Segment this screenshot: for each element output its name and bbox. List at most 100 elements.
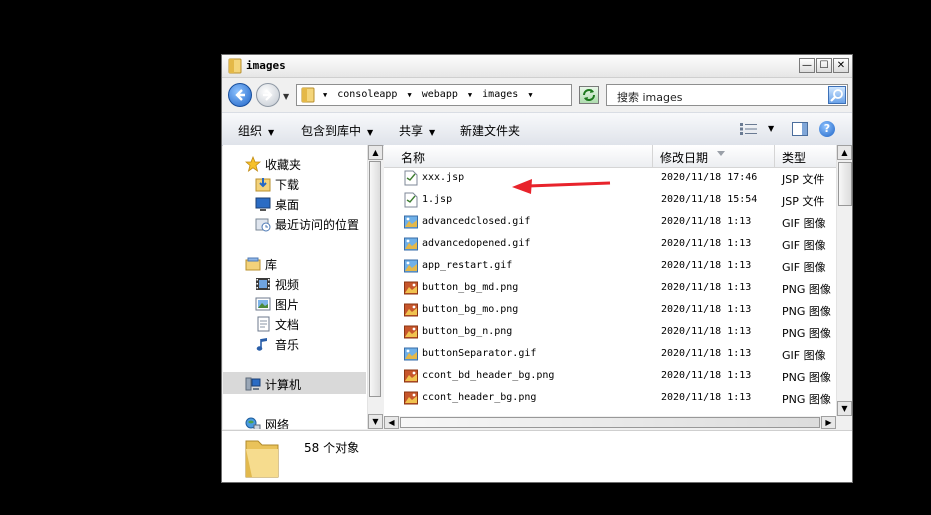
forward-button[interactable]: [256, 83, 280, 107]
share-button[interactable]: 共享 ▼: [399, 122, 435, 139]
chevron-down-icon[interactable]: ▼: [323, 91, 327, 99]
scroll-left-icon[interactable]: ◀: [384, 416, 399, 429]
scroll-right-icon[interactable]: ▶: [821, 416, 836, 429]
file-type: PNG 图像: [782, 393, 831, 406]
back-arrow-icon: [235, 89, 245, 101]
pictures-icon: [255, 297, 271, 311]
command-bar: 组织 ▼ 包含到库中 ▼ 共享 ▼ 新建文件夹 ▼ ?: [222, 112, 852, 146]
table-row[interactable]: xxx.jsp 2020/11/18 17:46 JSP 文件: [384, 167, 836, 189]
table-row[interactable]: advancedopened.gif 2020/11/18 1:13 GIF 图像: [384, 233, 836, 255]
column-divider[interactable]: [652, 145, 653, 167]
navigation-scrollbar[interactable]: ▲ ▼: [367, 145, 383, 429]
search-box[interactable]: 搜索 images: [606, 84, 848, 106]
scroll-down-icon[interactable]: ▼: [368, 414, 383, 429]
view-dropdown-icon[interactable]: ▼: [768, 124, 774, 133]
table-row[interactable]: ccont_bd_header_bg.png 2020/11/18 1:13 PNG…: [384, 365, 836, 387]
recent-pages-dropdown-icon[interactable]: ▼: [283, 92, 289, 101]
desktop-icon: [255, 197, 271, 211]
nav-favorites-label: 收藏夹: [265, 158, 302, 172]
new-folder-button[interactable]: 新建文件夹: [460, 122, 520, 139]
chevron-down-icon[interactable]: ▼: [408, 91, 412, 99]
column-header-modified[interactable]: 修改日期: [660, 149, 708, 166]
details-pane: 58 个对象: [222, 430, 852, 482]
file-type: JSP 文件: [782, 173, 825, 186]
music-icon: [256, 338, 267, 351]
png-image-icon: [404, 302, 418, 318]
new-folder-label: 新建文件夹: [460, 124, 521, 138]
view-options-icon[interactable]: [740, 123, 758, 135]
documents-icon: [257, 316, 270, 332]
breadcrumb-item[interactable]: webapp: [422, 89, 458, 100]
include-in-library-button[interactable]: 包含到库中 ▼: [301, 122, 373, 139]
table-row[interactable]: advancedclosed.gif 2020/11/18 1:13 GIF 图像: [384, 211, 836, 233]
scroll-thumb[interactable]: [400, 417, 820, 428]
scroll-down-icon[interactable]: ▼: [837, 401, 852, 416]
scroll-thumb[interactable]: [838, 162, 852, 206]
help-icon[interactable]: ?: [819, 121, 835, 137]
nav-computer-label: 计算机: [265, 378, 302, 392]
table-row[interactable]: button_bg_n.png 2020/11/18 1:13 PNG 图像: [384, 321, 836, 343]
organize-button[interactable]: 组织 ▼: [238, 122, 274, 139]
refresh-button[interactable]: [579, 86, 599, 104]
table-row[interactable]: button_bg_md.png 2020/11/18 1:13 PNG 图像: [384, 277, 836, 299]
video-icon: [256, 278, 270, 290]
file-name: button_bg_n.png: [422, 326, 513, 337]
png-image-icon: [404, 280, 418, 296]
organize-label: 组织: [238, 124, 263, 138]
column-header-row: 名称 修改日期 类型: [384, 145, 836, 168]
file-name: 1.jsp: [422, 194, 453, 205]
table-row[interactable]: app_restart.gif 2020/11/18 1:13 GIF 图像: [384, 255, 836, 277]
table-row[interactable]: 1.jsp 2020/11/18 15:54 JSP 文件: [384, 189, 836, 211]
file-modified-date: 2020/11/18 15:54: [661, 194, 758, 205]
nav-item-label: 桌面: [275, 198, 300, 212]
breadcrumb-item[interactable]: consoleapp: [337, 89, 397, 100]
close-button[interactable]: ✕: [833, 58, 849, 73]
file-modified-date: 2020/11/18 1:13: [661, 260, 752, 271]
breadcrumb-item[interactable]: images: [482, 89, 518, 100]
address-bar[interactable]: ▼ consoleapp ▼ webapp ▼ images ▼ ▼: [296, 84, 643, 106]
sort-descending-icon: [717, 151, 725, 156]
preview-pane-icon[interactable]: [792, 122, 808, 136]
explorer-window: images — ☐ ✕ ▼ ▼ consoleapp ▼ webapp ▼ i…: [221, 54, 853, 483]
file-name: button_bg_mo.png: [422, 304, 519, 315]
recent-places-icon: [255, 218, 271, 232]
search-input[interactable]: 搜索 images: [617, 89, 683, 105]
nav-item-label: 图片: [275, 298, 300, 312]
file-type: GIF 图像: [782, 239, 826, 252]
title-bar[interactable]: images — ☐ ✕: [222, 55, 852, 78]
back-button[interactable]: [228, 83, 252, 107]
file-name: app_restart.gif: [422, 260, 513, 271]
column-header-type[interactable]: 类型: [782, 149, 806, 166]
png-image-icon: [404, 324, 418, 340]
chevron-down-icon[interactable]: ▼: [468, 91, 472, 99]
close-icon: ✕: [836, 60, 846, 71]
jsp-file-icon: [404, 170, 418, 186]
file-list-horizontal-scrollbar[interactable]: ◀ ▶: [384, 416, 836, 429]
table-row[interactable]: buttonSeparator.gif 2020/11/18 1:13 GIF 图像: [384, 343, 836, 365]
file-modified-date: 2020/11/18 17:46: [661, 172, 758, 183]
png-image-icon: [404, 368, 418, 384]
file-modified-date: 2020/11/18 1:13: [661, 238, 752, 249]
scroll-up-icon[interactable]: ▲: [368, 145, 383, 160]
column-header-name[interactable]: 名称: [401, 149, 425, 166]
png-image-icon: [404, 390, 418, 406]
search-button[interactable]: [828, 86, 846, 104]
file-name: ccont_header_bg.png: [422, 392, 537, 403]
table-row[interactable]: ccont_header_bg.png 2020/11/18 1:13 PNG 图像: [384, 387, 836, 409]
table-row[interactable]: button_bg_mo.png 2020/11/18 1:13 PNG 图像: [384, 299, 836, 321]
scroll-thumb[interactable]: [369, 161, 381, 397]
nav-item-label: 最近访问的位置: [275, 218, 360, 232]
chevron-down-icon[interactable]: ▼: [528, 91, 532, 99]
folder-large-icon: [245, 440, 279, 478]
maximize-button[interactable]: ☐: [816, 58, 832, 73]
chevron-down-icon: ▼: [367, 128, 374, 137]
folder-icon: [301, 87, 315, 103]
file-type: PNG 图像: [782, 371, 831, 384]
gif-image-icon: [404, 236, 418, 252]
column-divider[interactable]: [774, 145, 775, 167]
file-modified-date: 2020/11/18 1:13: [661, 326, 752, 337]
minimize-button[interactable]: —: [799, 58, 815, 73]
scroll-up-icon[interactable]: ▲: [837, 145, 852, 160]
maximize-icon: ☐: [819, 60, 829, 71]
file-list-vertical-scrollbar[interactable]: ▲ ▼: [836, 145, 852, 416]
